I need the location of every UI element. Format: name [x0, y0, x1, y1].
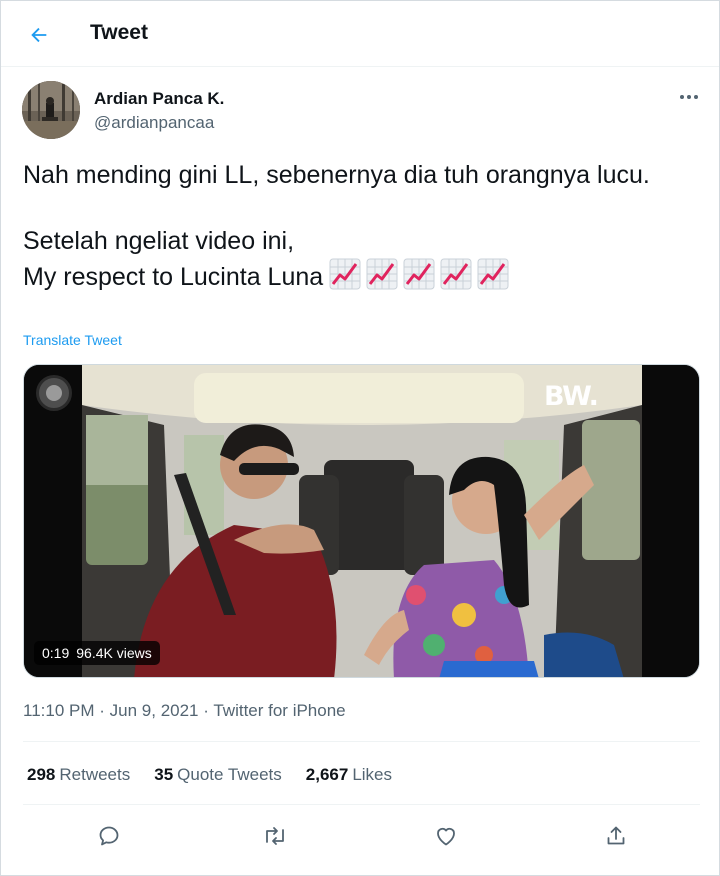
- video-frame: [24, 365, 699, 677]
- tweet-text: Nah mending gini LL, sebenernya dia tuh …: [23, 159, 693, 294]
- likes-count: 2,667: [305, 765, 349, 784]
- emoji-row: [329, 258, 509, 290]
- author-name[interactable]: Ardian Panca K.: [94, 89, 224, 109]
- video-duration: 0:19: [42, 645, 70, 661]
- likes-stat[interactable]: 2,667 Likes: [306, 765, 392, 785]
- reply-button[interactable]: [92, 819, 126, 853]
- tweet-date[interactable]: Jun 9, 2021: [110, 701, 199, 720]
- engagement-stats: 298 Retweets 35 Quote Tweets 2,667 Likes: [27, 765, 392, 785]
- arrow-left-icon: [31, 27, 47, 43]
- tweet-actions: [23, 813, 700, 859]
- like-icon: [437, 827, 455, 846]
- reply-icon: [99, 826, 119, 846]
- video-views: 96.4K views: [76, 645, 152, 661]
- share-button[interactable]: [599, 819, 633, 853]
- tweet-line-with-emoji: My respect to Lucinta Luna: [23, 258, 693, 294]
- retweets-stat[interactable]: 298 Retweets: [27, 765, 130, 785]
- top-bar: Tweet: [1, 1, 719, 67]
- back-button[interactable]: [19, 15, 59, 55]
- tweet-timestamp: 11:10 PM · Jun 9, 2021 · Twitter for iPh…: [23, 701, 346, 721]
- chart-increasing-icon: [366, 258, 398, 290]
- retweets-label: Retweets: [59, 765, 131, 784]
- separator: ·: [99, 701, 105, 720]
- video-watermark: BW.: [544, 381, 599, 412]
- tweet-line: Nah mending gini LL, sebenernya dia tuh …: [23, 161, 650, 189]
- retweet-button[interactable]: [258, 819, 292, 853]
- avatar[interactable]: [22, 81, 80, 139]
- retweets-count: 298: [27, 765, 56, 784]
- like-button[interactable]: [429, 819, 463, 853]
- chart-increasing-icon: [440, 258, 472, 290]
- chart-increasing-icon: [477, 258, 509, 290]
- video-player[interactable]: BW. 0:19 96.4K views: [23, 364, 700, 678]
- quote-tweets-stat[interactable]: 35 Quote Tweets: [154, 765, 282, 785]
- quote-tweets-count: 35: [154, 765, 174, 784]
- quote-tweets-label: Quote Tweets: [177, 765, 282, 784]
- likes-label: Likes: [352, 765, 392, 784]
- more-options-button[interactable]: [671, 83, 707, 111]
- tweet-line: Setelah ngeliat video ini,: [23, 227, 295, 255]
- tweet-time[interactable]: 11:10 PM: [23, 701, 95, 720]
- video-info-badge: 0:19 96.4K views: [34, 641, 160, 665]
- translate-tweet-link[interactable]: Translate Tweet: [23, 332, 122, 348]
- tweet-source[interactable]: Twitter for iPhone: [213, 701, 345, 720]
- divider: [23, 741, 700, 742]
- share-icon: [607, 826, 625, 845]
- author-handle[interactable]: @ardianpancaa: [94, 113, 214, 133]
- page-title: Tweet: [90, 21, 148, 44]
- retweet-icon: [266, 827, 284, 845]
- tweet-line: My respect to Lucinta Luna: [23, 263, 324, 291]
- chart-increasing-icon: [403, 258, 435, 290]
- separator: ·: [203, 701, 209, 720]
- video-progress-indicator: [36, 375, 72, 411]
- divider: [23, 804, 700, 805]
- tweet-page: Tweet Ardian Panca K. @ardianpancaa Nah …: [0, 0, 720, 876]
- chart-increasing-icon: [329, 258, 361, 290]
- avatar-image: [22, 81, 80, 139]
- more-icon: [680, 95, 698, 99]
